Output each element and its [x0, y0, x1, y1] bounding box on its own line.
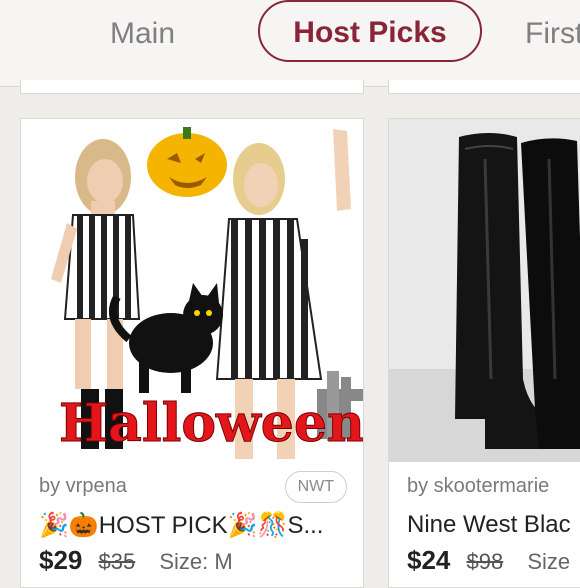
listing-title[interactable]: Nine West Blac: [407, 511, 580, 539]
listing-image[interactable]: [389, 119, 580, 462]
price: $29: [39, 545, 83, 575]
tab-host-picks[interactable]: Host Picks: [258, 0, 482, 62]
previous-listing-card[interactable]: [20, 80, 364, 94]
size-label: Size: [527, 549, 571, 574]
listing-card[interactable]: by skootermarie Nine West Blac $24 $98 S…: [388, 118, 580, 588]
tab-bar: Main Host Picks First: [0, 0, 580, 87]
previous-listing-card[interactable]: [388, 80, 580, 94]
tab-main[interactable]: Main: [110, 14, 175, 54]
price-row: $24 $98 Size: [407, 545, 570, 576]
costume-image: Halloween: [51, 127, 363, 459]
seller-name[interactable]: by skootermarie: [407, 475, 549, 498]
tab-first[interactable]: First: [525, 14, 580, 54]
listing-title[interactable]: 🎉🎃HOST PICK🎉🎊S...: [39, 511, 349, 540]
boots-image: [389, 119, 580, 462]
original-price: $98: [466, 549, 504, 574]
price-row: $29 $35 Size: M: [39, 545, 233, 576]
halloween-text: Halloween: [59, 393, 363, 454]
listing-card[interactable]: Halloween by vrpena NWT 🎉🎃HOST PICK🎉🎊S..…: [20, 118, 364, 588]
condition-badge: NWT: [284, 471, 347, 503]
listing-image[interactable]: Halloween: [21, 119, 363, 462]
price: $24: [407, 545, 451, 575]
original-price: $35: [98, 549, 136, 574]
size-label: Size: M: [159, 549, 233, 574]
seller-name[interactable]: by vrpena: [39, 475, 127, 498]
